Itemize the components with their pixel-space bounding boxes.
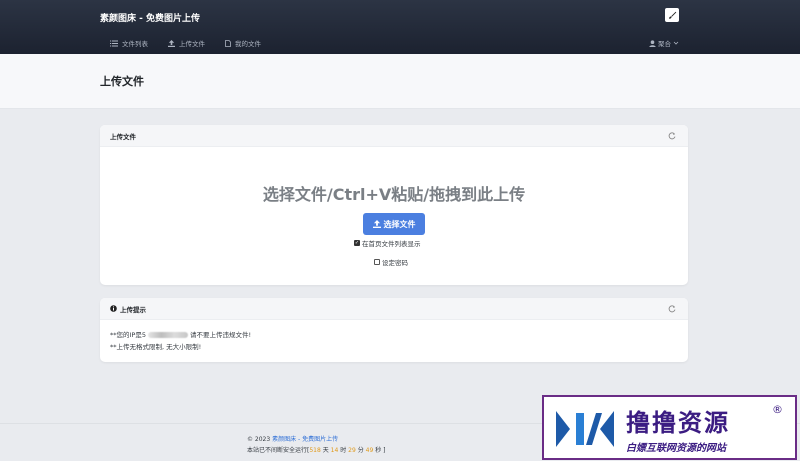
card-title: 上传文件 — [110, 132, 136, 141]
uptime-days-unit: 天 — [322, 447, 329, 454]
ip-notice: **您的IP是5 请不要上传违规文件! — [110, 329, 251, 341]
uptime-seconds-unit: 秒 — [375, 447, 382, 454]
registered-mark: ® — [772, 403, 783, 416]
show-on-homepage-option[interactable]: ✓ 在首页文件列表显示 — [354, 238, 421, 248]
top-navbar: 素颜图床 - 免费图片上传 文件列表 上传文件 我的文件 聚合 — [0, 0, 800, 54]
upload-tips-card: 上传提示 **您的IP是5 请不要上传违规文件! **上传无格式限制, 无大小限… — [100, 298, 688, 362]
nav-label: 文件列表 — [122, 40, 148, 48]
uptime-prefix: 本站已不间断安全运行[ — [247, 447, 310, 454]
upload-card: 上传文件 选择文件/Ctrl+V粘贴/拖拽到此上传 选择文件 ✓ 在首页文件列表… — [100, 125, 688, 285]
user-icon — [649, 39, 656, 47]
site-brand[interactable]: 素颜图床 - 免费图片上传 — [100, 11, 200, 24]
drop-zone-heading[interactable]: 选择文件/Ctrl+V粘贴/拖拽到此上传 — [100, 181, 688, 205]
tips-body: **您的IP是5 请不要上传违规文件! **上传无格式限制, 无大小限制! — [110, 329, 251, 353]
watermark-title: 撸撸资源 — [626, 409, 730, 437]
list-icon — [110, 40, 118, 46]
option-label: 设定密码 — [382, 259, 408, 267]
card-title: 上传提示 — [120, 305, 146, 314]
choose-file-button[interactable]: 选择文件 — [363, 213, 425, 235]
nav-label: 我的文件 — [235, 40, 261, 48]
redacted-ip — [147, 332, 188, 338]
user-name: 聚合 — [658, 40, 671, 48]
uptime-hours-unit: 时 — [340, 447, 347, 454]
uptime-days: 518 — [309, 447, 321, 454]
page-title: 上传文件 — [100, 75, 144, 88]
copyright-line: © 2023 素颜图床 - 免费图片上传 — [247, 434, 338, 443]
page-header: 上传文件 — [0, 54, 800, 109]
nav-item-file-list[interactable]: 文件列表 — [110, 38, 148, 48]
brush-icon — [668, 11, 676, 19]
watermark-subtitle: 白嫖互联网资源的网站 — [626, 443, 726, 454]
uptime-minutes: 29 — [348, 447, 356, 454]
ip-notice-suffix: 请不要上传违规文件! — [189, 331, 252, 339]
uptime-suffix: ] — [383, 447, 386, 454]
upload-icon — [168, 39, 175, 47]
option-label: 在首页文件列表显示 — [362, 240, 421, 248]
uptime-hours: 14 — [330, 447, 339, 454]
theme-toggle-button[interactable] — [665, 8, 679, 22]
nav-item-my-files[interactable]: 我的文件 — [225, 38, 261, 48]
upload-icon — [372, 220, 381, 228]
nav-label: 上传文件 — [179, 40, 205, 48]
footer-site-link[interactable]: 素颜图床 - 免费图片上传 — [272, 436, 338, 443]
watermark-logo-icon — [556, 411, 614, 447]
refresh-icon[interactable] — [668, 132, 676, 140]
uptime-minutes-unit: 分 — [357, 447, 364, 454]
user-menu[interactable]: 聚合 — [649, 38, 679, 48]
copyright-text: © 2023 — [247, 436, 273, 443]
button-label: 选择文件 — [383, 219, 416, 229]
main-nav: 文件列表 上传文件 我的文件 — [110, 38, 261, 48]
uptime-line: 本站已不间断安全运行[518 天 14 时 29 分 49 秒 ] — [247, 445, 386, 454]
show-on-homepage-checkbox[interactable]: ✓ — [354, 240, 360, 246]
set-password-option[interactable]: 设定密码 — [374, 257, 408, 267]
info-icon — [110, 305, 117, 312]
format-notice: **上传无格式限制, 无大小限制! — [110, 343, 202, 351]
file-icon — [225, 39, 231, 47]
nav-item-upload[interactable]: 上传文件 — [168, 38, 205, 48]
upload-card-header: 上传文件 — [100, 125, 688, 147]
chevron-down-icon — [673, 41, 679, 45]
watermark-badge: 撸撸资源 ® 白嫖互联网资源的网站 — [542, 395, 797, 460]
uptime-seconds: 49 — [365, 447, 374, 454]
tips-card-header: 上传提示 — [100, 298, 688, 320]
set-password-checkbox[interactable] — [374, 259, 380, 265]
refresh-icon[interactable] — [668, 305, 676, 313]
ip-notice-prefix: **您的IP是5 — [110, 331, 146, 339]
